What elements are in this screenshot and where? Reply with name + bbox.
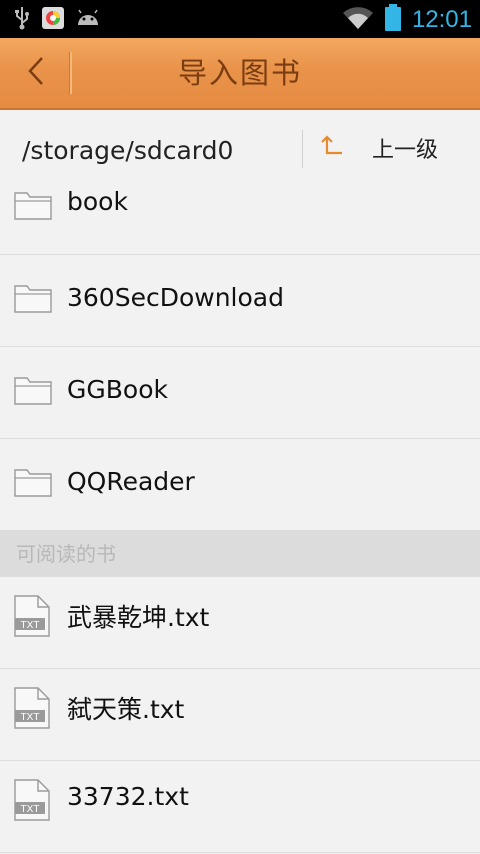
status-clock: 12:01 — [411, 6, 472, 33]
file-list[interactable]: book 360SecDownload GGBook QQReader 可阅读的… — [0, 188, 480, 854]
txt-file-icon: TXT — [14, 687, 50, 733]
svg-text:TXT: TXT — [21, 804, 40, 815]
system-icons: 12:01 — [342, 4, 472, 36]
svg-text:TXT: TXT — [21, 712, 40, 723]
svg-text:TXT: TXT — [21, 620, 40, 631]
file-row[interactable]: TXT 武暴乾坤.txt — [0, 577, 480, 669]
path-bar: /storage/sdcard0 上一级 — [0, 110, 480, 188]
status-bar: 12:01 — [0, 0, 480, 38]
current-path: /storage/sdcard0 — [22, 136, 234, 165]
folder-row-ggbook[interactable]: GGBook — [0, 347, 480, 439]
txt-file-icon: TXT — [14, 595, 50, 641]
folder-name: GGBook — [67, 375, 168, 404]
usb-icon — [14, 6, 30, 34]
folder-name: 360SecDownload — [67, 283, 284, 312]
notification-icons — [14, 6, 100, 34]
folder-icon — [14, 283, 52, 317]
app-notification-icon — [42, 7, 64, 33]
battery-icon — [384, 4, 402, 36]
arrow-up-icon — [320, 134, 344, 162]
readable-books-header: 可阅读的书 — [0, 531, 480, 577]
wifi-icon — [342, 6, 374, 34]
folder-row-book[interactable]: book — [0, 188, 480, 255]
file-row[interactable]: TXT 弑天策.txt — [0, 669, 480, 761]
folder-name: book — [67, 188, 128, 216]
page-title: 导入图书 — [177, 56, 302, 90]
folder-icon — [14, 467, 52, 501]
chevron-left-icon — [26, 56, 46, 90]
folder-row-qqreader[interactable]: QQReader — [0, 439, 480, 531]
folder-row-360secdownload[interactable]: 360SecDownload — [0, 255, 480, 347]
divider — [70, 52, 72, 94]
folder-name: QQReader — [67, 467, 195, 496]
file-name: 弑天策.txt — [67, 695, 185, 724]
android-icon — [76, 9, 100, 31]
file-row[interactable]: TXT 33732.txt — [0, 761, 480, 853]
divider — [302, 130, 303, 168]
parent-folder-button[interactable]: 上一级 — [320, 128, 470, 168]
file-name: 武暴乾坤.txt — [67, 603, 210, 632]
file-name: 33732.txt — [67, 782, 189, 811]
folder-icon — [14, 190, 52, 224]
txt-file-icon: TXT — [14, 779, 50, 825]
back-button[interactable] — [0, 38, 72, 108]
parent-folder-label: 上一级 — [372, 138, 439, 163]
title-bar: 导入图书 — [0, 38, 480, 110]
folder-icon — [14, 375, 52, 409]
